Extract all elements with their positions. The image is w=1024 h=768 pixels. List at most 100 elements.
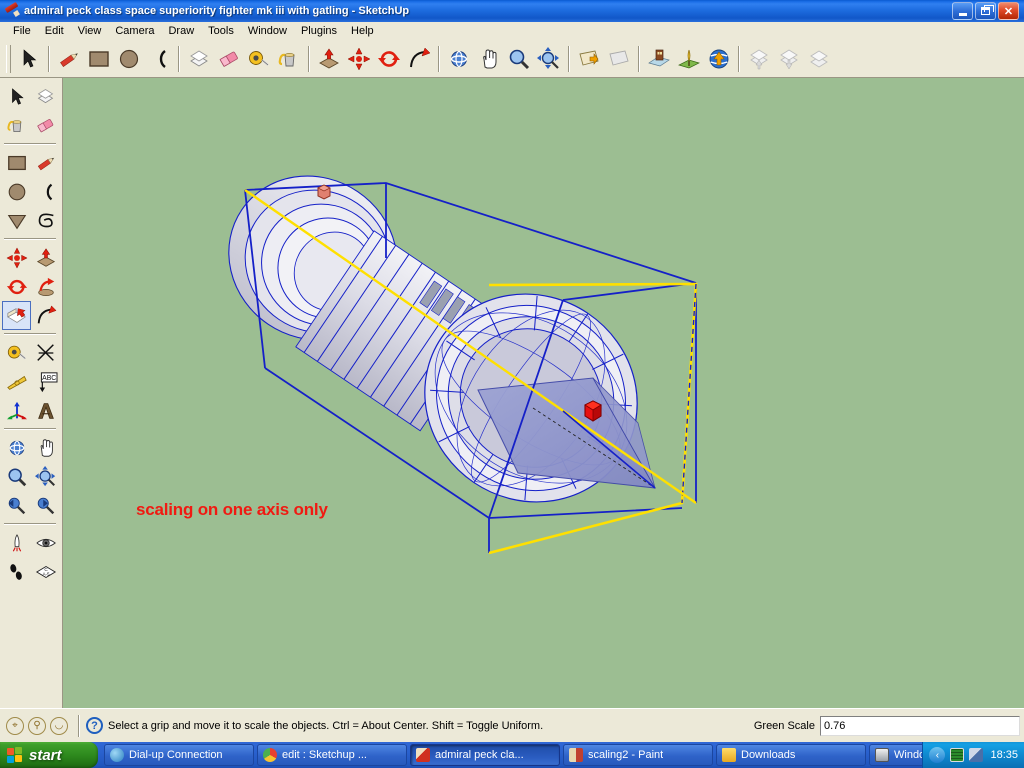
- add-location-tool[interactable]: [644, 44, 674, 74]
- geo-indicator-group: ⌖ ⚲ ◡: [0, 716, 74, 735]
- toggle-terrain-tool[interactable]: [674, 44, 704, 74]
- taskbar-item-admiral-peck[interactable]: admiral peck cla...: [410, 744, 560, 766]
- position-camera-tool[interactable]: [2, 528, 31, 557]
- start-button[interactable]: start: [0, 742, 98, 768]
- section-display-tool[interactable]: [604, 44, 634, 74]
- scale-tool[interactable]: [2, 301, 31, 330]
- pan-tool[interactable]: [474, 44, 504, 74]
- rectangle-tool[interactable]: [84, 44, 114, 74]
- shadow-person-icon[interactable]: ⚲: [28, 716, 46, 735]
- model-info-tool[interactable]: [804, 44, 834, 74]
- share-component-tool[interactable]: [774, 44, 804, 74]
- model-viewport[interactable]: scaling on one axis only: [63, 78, 1024, 708]
- tape-measure-tool[interactable]: [244, 44, 274, 74]
- chevron-left-icon[interactable]: ‹: [929, 747, 946, 763]
- circle-tool[interactable]: [114, 44, 144, 74]
- taskbar-item-label: scaling2 - Paint: [588, 749, 664, 761]
- push-pull-tool[interactable]: [314, 44, 344, 74]
- arc-tool[interactable]: [31, 177, 60, 206]
- taskbar-buttons: Dial-up Connection edit : Sketchup ... a…: [98, 744, 923, 766]
- restore-button[interactable]: [975, 2, 996, 20]
- menu-window[interactable]: Window: [241, 24, 294, 38]
- toolbar-separator: [4, 238, 56, 240]
- tape-measure-tool[interactable]: [2, 338, 31, 367]
- arc-tool[interactable]: [144, 44, 174, 74]
- sketchup-pencil-icon: [4, 1, 20, 19]
- menu-view[interactable]: View: [71, 24, 109, 38]
- look-around-tool[interactable]: [31, 528, 60, 557]
- vcb-input[interactable]: [820, 715, 1020, 736]
- shadow-time-icon[interactable]: ◡: [50, 716, 68, 735]
- circle-tool[interactable]: [2, 177, 31, 206]
- menu-help[interactable]: Help: [344, 24, 381, 38]
- previous-view-tool[interactable]: [2, 491, 31, 520]
- question-mark-icon[interactable]: ?: [86, 717, 103, 734]
- taskbar-item-sketchup-edit[interactable]: edit : Sketchup ...: [257, 744, 407, 766]
- polygon-tool[interactable]: [2, 206, 31, 235]
- toolbar-separator: [4, 143, 56, 145]
- rotate-tool[interactable]: [2, 272, 31, 301]
- share-model-tool[interactable]: [704, 44, 734, 74]
- zoom-extents-tool[interactable]: [31, 462, 60, 491]
- zoom-extents-tool[interactable]: [534, 44, 564, 74]
- menu-file[interactable]: File: [6, 24, 38, 38]
- eraser-tool[interactable]: [214, 44, 244, 74]
- paint-bucket-tool[interactable]: [274, 44, 304, 74]
- offset-tool[interactable]: [31, 301, 60, 330]
- taskbar-item-downloads[interactable]: Downloads: [716, 744, 866, 766]
- rotate-tool[interactable]: [374, 44, 404, 74]
- toolbar-grip[interactable]: [6, 44, 11, 73]
- three-d-text-tool[interactable]: [31, 396, 60, 425]
- dimension-tool[interactable]: [31, 338, 60, 367]
- taskbar-item-label: admiral peck cla...: [435, 749, 524, 761]
- move-arrows-tool[interactable]: [344, 44, 374, 74]
- sketchup-pencil-icon: [416, 748, 430, 762]
- toolbar-separator: [308, 45, 310, 72]
- menu-edit[interactable]: Edit: [38, 24, 71, 38]
- toolbar-separator: [4, 523, 56, 525]
- toolbar-row: [0, 462, 62, 491]
- section-plane-tool[interactable]: [574, 44, 604, 74]
- taskbar-item-task-manager[interactable]: Windows Task M...: [869, 744, 923, 766]
- close-button[interactable]: ✕: [998, 2, 1019, 20]
- protractor-tool[interactable]: [2, 367, 31, 396]
- rectangle-tool[interactable]: [2, 148, 31, 177]
- eraser-tool[interactable]: [31, 111, 60, 140]
- zoom-tool[interactable]: [2, 462, 31, 491]
- freehand-tool[interactable]: [31, 206, 60, 235]
- network-monitor-icon[interactable]: [950, 748, 965, 762]
- menu-tools[interactable]: Tools: [201, 24, 241, 38]
- make-component-tool[interactable]: [184, 44, 214, 74]
- orbit-tool[interactable]: [444, 44, 474, 74]
- paint-bucket-tool[interactable]: [2, 111, 31, 140]
- get-models-tool[interactable]: [744, 44, 774, 74]
- follow-me-tool[interactable]: [404, 44, 434, 74]
- next-view-tool[interactable]: [31, 491, 60, 520]
- axes-tool[interactable]: [2, 396, 31, 425]
- follow-me-tool[interactable]: [31, 272, 60, 301]
- network-status-icon[interactable]: [969, 748, 984, 762]
- select-tool[interactable]: [14, 44, 44, 74]
- push-pull-tool[interactable]: [31, 243, 60, 272]
- toolbar-row: [0, 148, 62, 177]
- select-tool[interactable]: [2, 82, 31, 111]
- pan-tool[interactable]: [31, 433, 60, 462]
- make-component-tool[interactable]: [31, 82, 60, 111]
- text-tool[interactable]: ABC: [31, 367, 60, 396]
- line-tool[interactable]: [54, 44, 84, 74]
- orbit-tool[interactable]: [2, 433, 31, 462]
- taskbar-item-paint[interactable]: scaling2 - Paint: [563, 744, 713, 766]
- menu-plugins[interactable]: Plugins: [294, 24, 344, 38]
- line-tool[interactable]: [31, 148, 60, 177]
- menu-camera[interactable]: Camera: [108, 24, 161, 38]
- move-tool[interactable]: [2, 243, 31, 272]
- toolbar-row: [0, 338, 62, 367]
- shadow-north-icon[interactable]: ⌖: [6, 716, 24, 735]
- section-cut-tool[interactable]: C A-5: [31, 557, 60, 586]
- toolbar-row: [0, 82, 62, 111]
- minimize-button[interactable]: [952, 2, 973, 20]
- menu-draw[interactable]: Draw: [161, 24, 201, 38]
- zoom-tool[interactable]: [504, 44, 534, 74]
- walk-tool[interactable]: [2, 557, 31, 586]
- taskbar-item-dialup[interactable]: Dial-up Connection: [104, 744, 254, 766]
